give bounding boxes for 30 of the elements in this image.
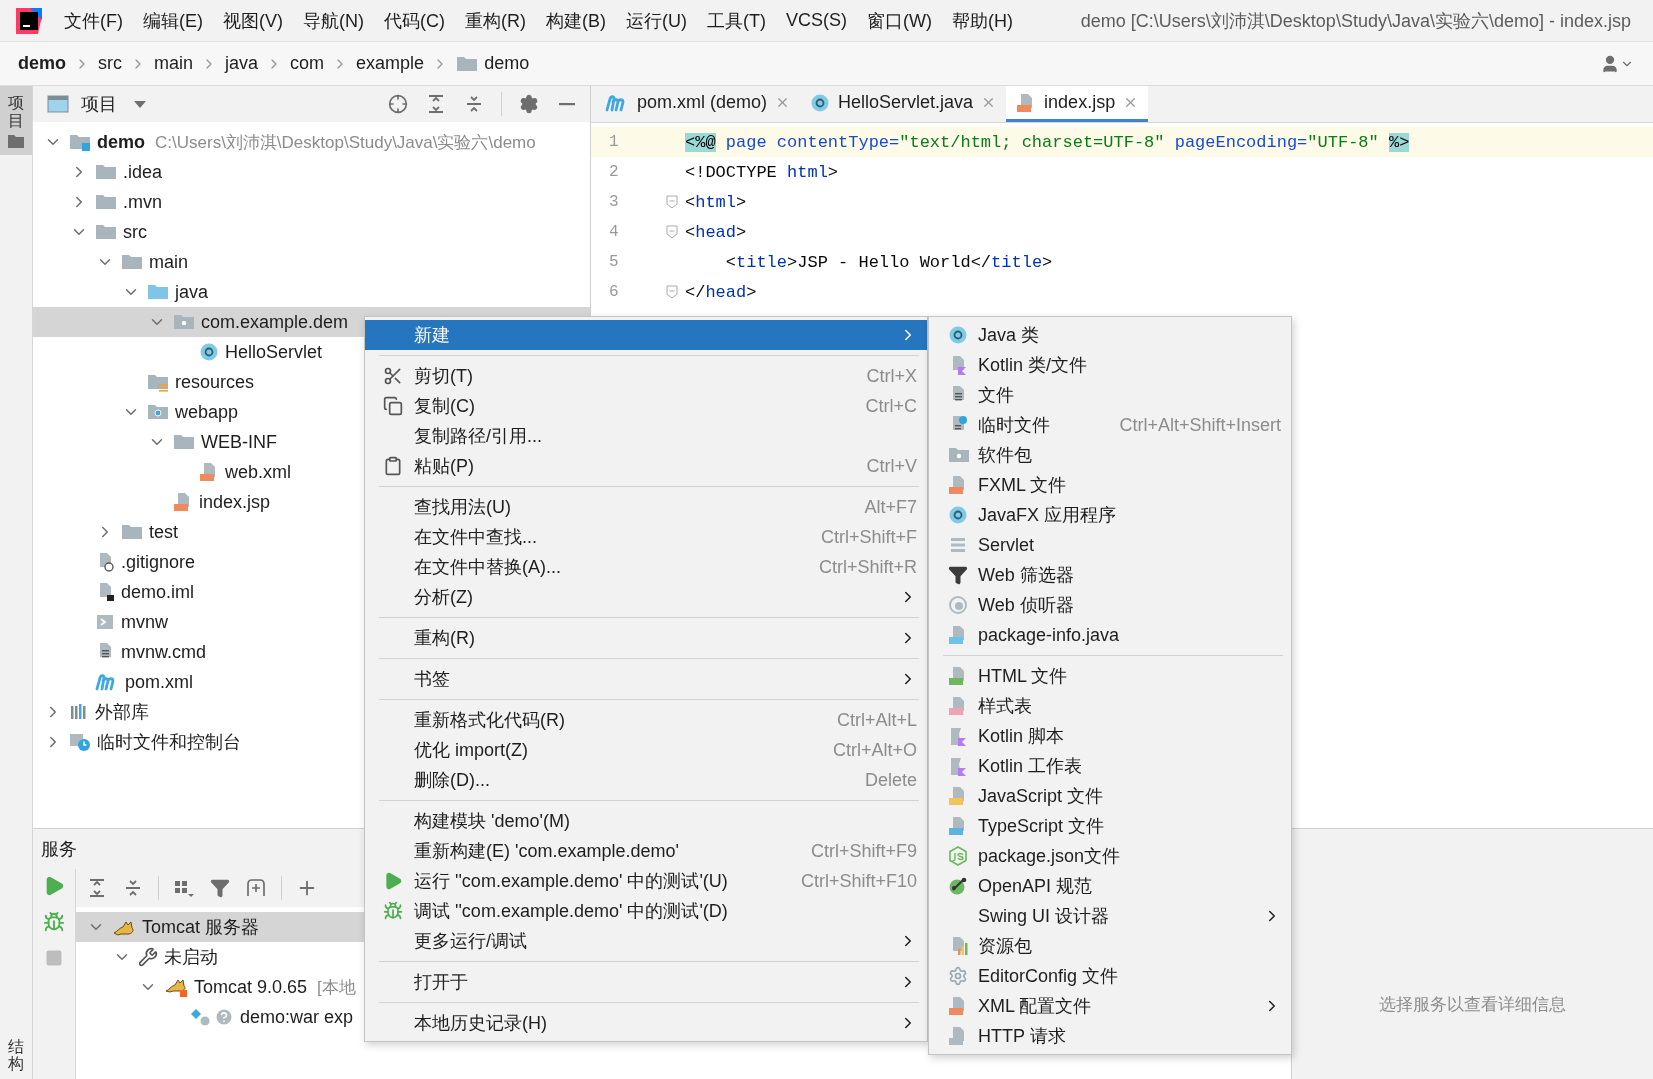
- panel-title: 项目: [81, 93, 117, 116]
- path-hint: C:\Users\刘沛淇\Desktop\Study\Java\实验六\demo: [155, 131, 536, 154]
- code-line: <head>: [685, 222, 747, 242]
- shortcut-label: Delete: [864, 769, 917, 791]
- shortcut-label: Ctrl+V: [866, 455, 917, 477]
- line-number: 1: [608, 133, 620, 151]
- line-number: 2: [608, 163, 620, 181]
- shortcut-label: Ctrl+Alt+Shift+Insert: [1119, 414, 1281, 436]
- line-number: 6: [608, 283, 620, 301]
- empty-state-message: 选择服务以查看详细信息: [1379, 993, 1566, 1016]
- line-number: 4: [608, 223, 620, 241]
- shortcut-label: Alt+F7: [864, 496, 917, 518]
- shortcut-label: Ctrl+Alt+O: [832, 739, 917, 761]
- shortcut-label: Ctrl+Shift+F: [820, 526, 917, 548]
- shortcut-label: Ctrl+Alt+L: [836, 709, 917, 731]
- code-line: <title>JSP - Hello World</title>: [724, 252, 1053, 272]
- code-line: <!DOCTYPE html>: [685, 162, 839, 182]
- shortcut-label: Ctrl+Shift+R: [818, 556, 917, 578]
- path-hint: [本地: [317, 976, 356, 999]
- shortcut-label: Ctrl+X: [866, 365, 917, 387]
- panel-title: 服务: [41, 838, 77, 861]
- code-line: <html>: [685, 192, 747, 212]
- shortcut-label: Ctrl+Shift+F10: [800, 870, 917, 892]
- code-line: </head>: [685, 282, 757, 302]
- shortcut-label: Ctrl+C: [865, 395, 917, 417]
- code-line: <%@ page contentType="text/html; charset=UTF-8" pageEncoding="UTF-8" %>: [685, 132, 1410, 152]
- line-number: 3: [608, 193, 620, 211]
- line-number: 5: [608, 253, 620, 271]
- window-title: demo [C:\Users\刘沛淇\Desktop\Study\Java\实验六\demo] - index.jsp: [1080, 9, 1632, 33]
- shortcut-label: Ctrl+Shift+F9: [810, 840, 917, 862]
